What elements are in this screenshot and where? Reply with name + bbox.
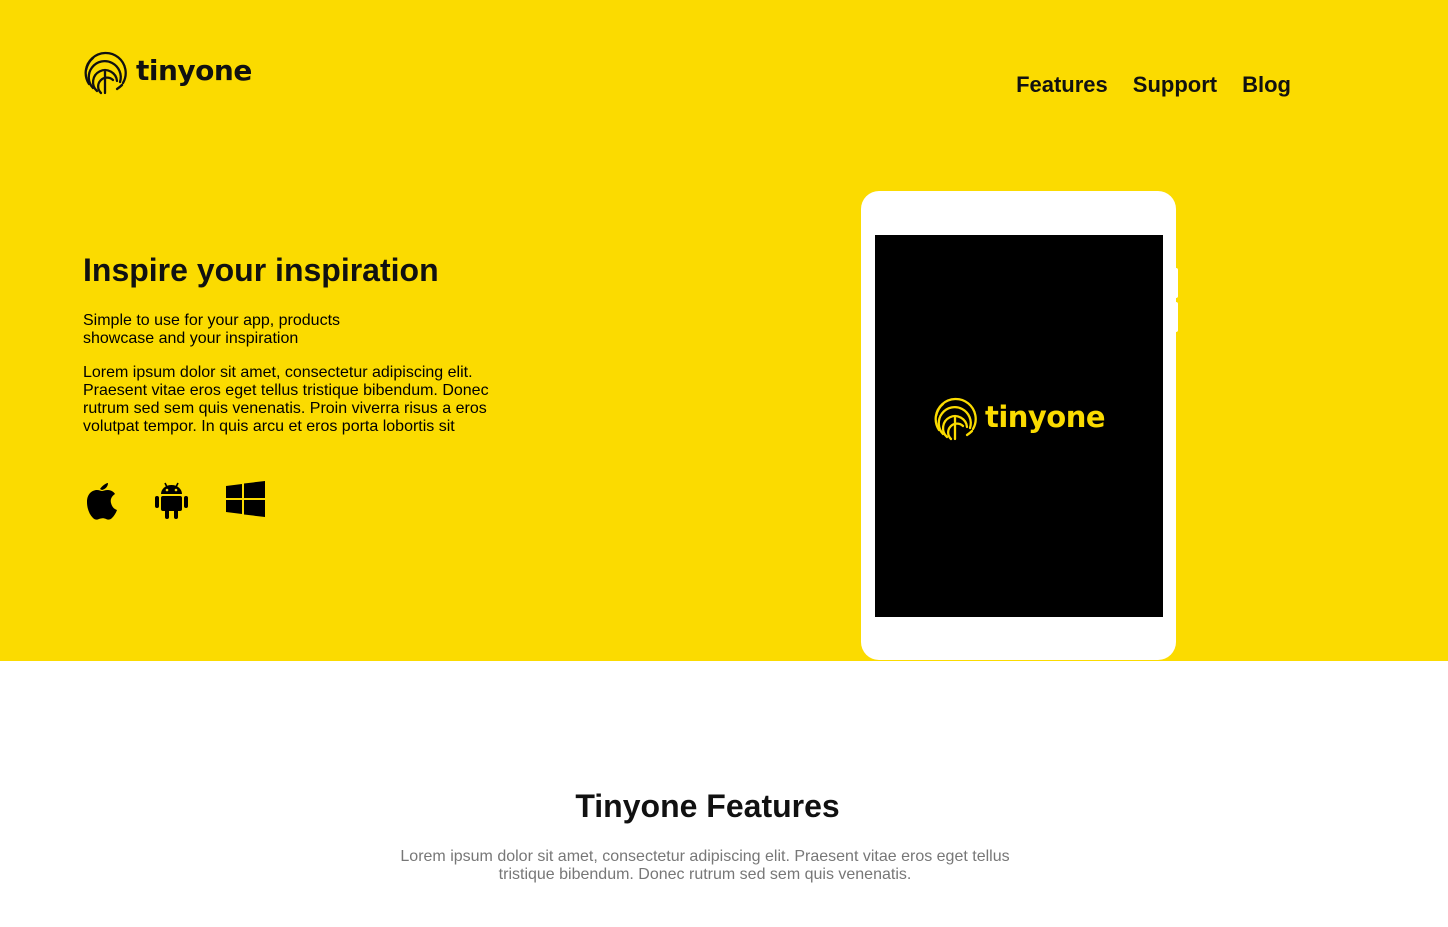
hero-section: tinyone Features Support Blog Inspire yo…	[0, 0, 1448, 661]
platform-links	[83, 478, 266, 520]
tablet-side-button	[1175, 268, 1178, 298]
nav-item-support[interactable]: Support	[1133, 72, 1217, 98]
hero-headline: Inspire your inspiration	[83, 252, 439, 288]
fingerprint-icon	[84, 51, 127, 95]
main-nav: Features Support Blog	[991, 72, 1291, 98]
windows-icon[interactable]	[226, 478, 266, 520]
screen-brand-name: tinyone	[984, 399, 1106, 434]
fingerprint-icon	[934, 397, 977, 441]
nav-item-features[interactable]: Features	[1016, 72, 1108, 98]
tablet-mockup: tinyone	[861, 191, 1176, 660]
nav-item-blog[interactable]: Blog	[1242, 72, 1291, 98]
brand-name: tinyone	[136, 54, 252, 87]
tablet-screen: tinyone	[875, 235, 1163, 617]
features-description: Lorem ipsum dolor sit amet, consectetur …	[400, 848, 1010, 883]
brand-logo[interactable]: tinyone	[83, 50, 252, 96]
hero-subtitle: Simple to use for your app, products sho…	[83, 312, 341, 347]
hero-body-text: Lorem ipsum dolor sit amet, consectetur …	[83, 364, 489, 435]
tablet-side-button	[1175, 302, 1178, 332]
screen-logo: tinyone	[933, 396, 1106, 442]
features-title: Tinyone Features	[575, 788, 840, 824]
apple-icon[interactable]	[83, 478, 118, 520]
android-icon[interactable]	[154, 478, 189, 520]
